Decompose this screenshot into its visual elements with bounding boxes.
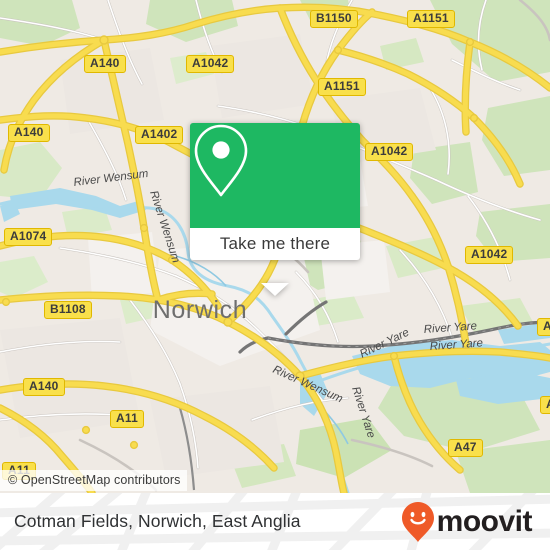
page-title: Cotman Fields, Norwich, East Anglia — [14, 511, 301, 531]
map-canvas[interactable]: Norwich River Wensum River Wensum River … — [0, 0, 550, 493]
moovit-wordmark: moovit — [436, 504, 533, 538]
road-shield: A1042 — [365, 143, 414, 161]
road-shield: B1150 — [310, 10, 358, 28]
moovit-smiley-pin-icon — [401, 501, 434, 542]
road-shield: A47 — [540, 396, 550, 414]
popup-tail — [261, 283, 289, 296]
road-shield: A1074 — [4, 228, 53, 246]
take-me-there-button[interactable]: Take me there — [190, 228, 360, 260]
road-shield: A1151 — [318, 78, 366, 96]
road-shield: A1042 — [186, 55, 235, 73]
moovit-logo[interactable]: moovit — [401, 493, 533, 550]
bottom-bar: Cotman Fields, Norwich, East Anglia moov… — [0, 493, 550, 550]
map-attribution: © OpenStreetMap contributors — [0, 470, 187, 491]
popup-header — [190, 123, 360, 228]
location-popup[interactable]: Take me there — [190, 123, 360, 296]
road-shield: A11 — [110, 410, 144, 428]
road-shield: A47 — [448, 439, 483, 457]
road-shield: A140 — [8, 124, 50, 142]
road-shield: A1151 — [407, 10, 455, 28]
road-shield: A1042 — [465, 246, 514, 264]
road-shield: B1108 — [44, 301, 92, 319]
road-shield: A12 — [537, 318, 550, 336]
map-pin-icon — [194, 124, 248, 197]
map-city-label: Norwich — [153, 296, 248, 324]
road-shield: A140 — [84, 55, 126, 73]
map-screenshot: Norwich River Wensum River Wensum River … — [0, 0, 550, 550]
road-shield: A1402 — [135, 126, 184, 144]
road-shield: A140 — [23, 378, 65, 396]
